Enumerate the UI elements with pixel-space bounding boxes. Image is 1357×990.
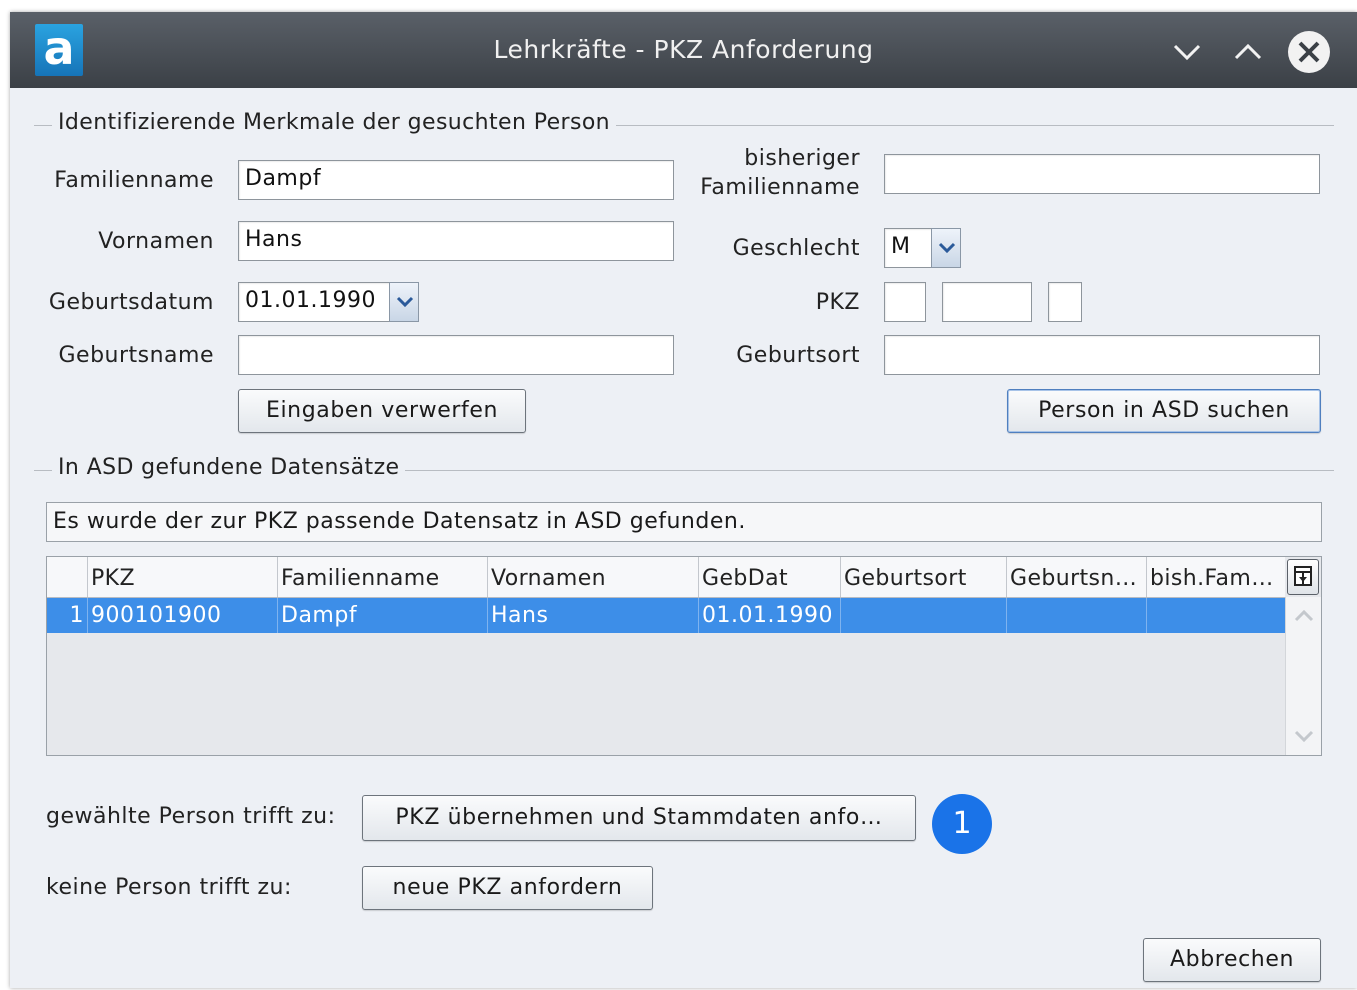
vornamen-label: Vornamen [98, 229, 214, 254]
minimize-chevron-down-icon[interactable] [1165, 30, 1209, 74]
geschlecht-label: Geschlecht [732, 236, 860, 261]
column-header-familienname[interactable]: Familienname [277, 557, 487, 597]
geschlecht-select[interactable]: M [884, 228, 932, 268]
table-vertical-scrollbar[interactable] [1285, 597, 1322, 755]
chevron-down-icon [938, 242, 956, 254]
accept-pkz-button[interactable]: PKZ übernehmen und Stammdaten anfo… [362, 795, 916, 841]
window-title: Lehrkräfte - PKZ Anforderung [493, 35, 874, 64]
cell-vornamen: Hans [487, 598, 698, 633]
discard-inputs-button[interactable]: Eingaben verwerfen [238, 389, 526, 433]
matches-label: gewählte Person trifft zu: [46, 804, 336, 829]
column-header-pkz[interactable]: PKZ [87, 557, 277, 597]
search-person-button[interactable]: Person in ASD suchen [1007, 389, 1321, 433]
pkz-request-dialog: a Lehrkräfte - PKZ Anforderung Identifiz… [10, 12, 1357, 988]
scroll-down-icon[interactable] [1286, 721, 1322, 751]
cell-pkz: 900101900 [87, 598, 277, 633]
pkz-part1-input[interactable] [884, 282, 926, 322]
geburtsname-input[interactable] [238, 335, 674, 375]
table-header: PKZ Familienname Vornamen GebDat Geburts… [47, 557, 1285, 598]
cell-gebdat: 01.01.1990 [698, 598, 840, 633]
cell-geburtsname [1006, 598, 1146, 633]
geburtsdatum-label: Geburtsdatum [48, 290, 214, 315]
familienname-input[interactable]: Dampf [238, 160, 674, 200]
pkz-part2-input[interactable] [942, 282, 1032, 322]
search-status-message: Es wurde der zur PKZ passende Datensatz … [46, 502, 1322, 542]
request-new-pkz-button[interactable]: neue PKZ anfordern [362, 866, 653, 910]
no-match-label: keine Person trifft zu: [46, 875, 292, 900]
geburtsort-label: Geburtsort [736, 343, 860, 368]
dialog-content: Identifizierende Merkmale der gesuchten … [10, 88, 1357, 988]
cell-geburtsort [840, 598, 1006, 633]
bisheriger-familienname-input[interactable] [884, 154, 1320, 194]
column-header-index [47, 557, 87, 597]
column-header-bish-fam[interactable]: bish.Fam… [1146, 557, 1285, 597]
column-header-geburtsname[interactable]: Geburtsn… [1006, 557, 1146, 597]
title-bar[interactable]: a Lehrkräfte - PKZ Anforderung [10, 12, 1357, 88]
row-index: 1 [69, 603, 84, 628]
cell-familienname: Dampf [277, 598, 487, 633]
scroll-up-icon[interactable] [1286, 601, 1322, 631]
table-row[interactable]: 1 900101900 Dampf Hans 01.01.1990 [47, 598, 1285, 633]
column-header-gebdat[interactable]: GebDat [698, 557, 840, 597]
geburtsdatum-input[interactable]: 01.01.1990 [238, 282, 390, 322]
geburtsdatum-dropdown-button[interactable] [389, 282, 419, 322]
column-header-vornamen[interactable]: Vornamen [487, 557, 698, 597]
pkz-label: PKZ [815, 290, 860, 315]
chevron-down-icon [396, 296, 414, 308]
familienname-label: Familienname [54, 168, 214, 193]
pkz-part3-input[interactable] [1048, 282, 1082, 322]
column-chooser-button[interactable] [1287, 559, 1319, 595]
table-columns-icon [1294, 566, 1312, 586]
bisheriger-familienname-label-line1: bisheriger [744, 146, 860, 171]
maximize-chevron-up-icon[interactable] [1226, 30, 1270, 74]
step-badge: 1 [932, 794, 992, 854]
close-icon[interactable] [1287, 30, 1331, 74]
bisheriger-familienname-label-line2: Familienname [700, 175, 860, 200]
geburtsort-input[interactable] [884, 335, 1320, 375]
cancel-button[interactable]: Abbrechen [1143, 938, 1321, 982]
results-section-title: In ASD gefundene Datensätze [52, 455, 406, 480]
results-table: PKZ Familienname Vornamen GebDat Geburts… [46, 556, 1322, 756]
column-header-geburtsort[interactable]: Geburtsort [840, 557, 1006, 597]
vornamen-input[interactable]: Hans [238, 221, 674, 261]
cell-bish-fam [1146, 598, 1285, 633]
geschlecht-dropdown-button[interactable] [931, 228, 961, 268]
search-section-title: Identifizierende Merkmale der gesuchten … [52, 110, 617, 135]
geburtsname-label: Geburtsname [58, 343, 214, 368]
